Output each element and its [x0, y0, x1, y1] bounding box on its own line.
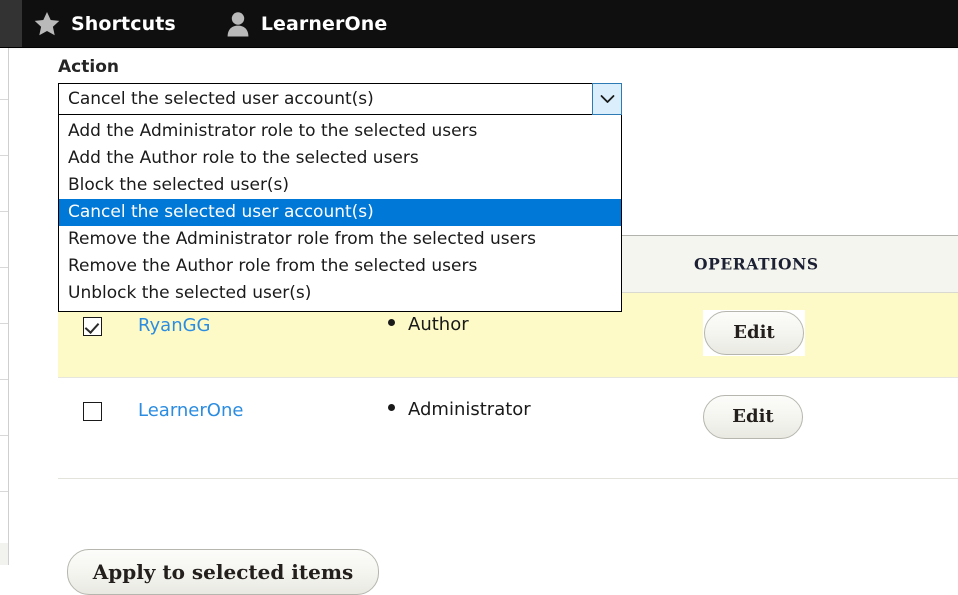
action-option-remove-administrator[interactable]: Remove the Administrator role from the s…	[59, 226, 621, 253]
edit-button[interactable]: Edit	[703, 395, 803, 439]
bullet-icon	[388, 404, 395, 411]
role-label: Author	[408, 314, 469, 335]
edit-button-focus-ring: Edit	[703, 310, 805, 356]
page-content: Action Cancel the selected user account(…	[9, 47, 958, 595]
action-select-options[interactable]: Add the Administrator role to the select…	[58, 115, 622, 312]
role-label: Administrator	[408, 399, 531, 420]
toolbar-item-shortcuts-label: Shortcuts	[71, 12, 176, 35]
table-row: LearnerOne Administrator Edit	[58, 378, 958, 463]
action-select[interactable]: Cancel the selected user account(s)	[58, 83, 601, 115]
user-roles-cell: Administrator	[388, 399, 531, 420]
action-option-remove-author[interactable]: Remove the Author role from the selected…	[59, 253, 621, 280]
row-select-cell	[83, 317, 102, 336]
background-page-footer-sliver	[0, 543, 8, 565]
row-operations-cell: Edit	[703, 395, 803, 439]
action-option-add-administrator[interactable]: Add the Administrator role to the select…	[59, 118, 621, 145]
background-page-sliver	[0, 47, 9, 565]
row-checkbox[interactable]	[83, 402, 102, 421]
toolbar-left-edge	[0, 0, 22, 47]
action-select-value: Cancel the selected user account(s)	[68, 89, 374, 109]
row-checkbox[interactable]	[83, 317, 102, 336]
chevron-down-icon[interactable]	[592, 83, 622, 115]
sliver-rule	[0, 155, 8, 156]
action-field-label: Action	[58, 57, 119, 77]
bullet-icon	[388, 319, 395, 326]
sliver-rule	[0, 323, 8, 324]
sliver-rule	[0, 211, 8, 212]
row-select-cell	[83, 402, 102, 421]
action-option-block[interactable]: Block the selected user(s)	[59, 172, 621, 199]
sliver-rule	[0, 99, 8, 100]
sliver-rule	[0, 491, 8, 492]
toolbar-item-shortcuts[interactable]: Shortcuts	[22, 0, 188, 47]
star-icon	[34, 11, 60, 36]
admin-toolbar: Shortcuts LearnerOne	[0, 0, 958, 47]
user-link[interactable]: RyanGG	[138, 315, 211, 336]
page-top-shadow	[9, 47, 958, 50]
sliver-rule	[0, 435, 8, 436]
sliver-rule	[0, 379, 8, 380]
row-operations-cell: Edit	[703, 310, 805, 356]
apply-to-selected-items-button[interactable]: Apply to selected items	[67, 549, 379, 595]
table-bottom-divider	[58, 478, 958, 479]
edit-button[interactable]: Edit	[704, 311, 804, 355]
action-option-unblock[interactable]: Unblock the selected user(s)	[59, 280, 621, 307]
action-option-add-author[interactable]: Add the Author role to the selected user…	[59, 145, 621, 172]
toolbar-item-account[interactable]: LearnerOne	[214, 0, 400, 47]
user-icon	[226, 11, 250, 37]
toolbar-item-account-label: LearnerOne	[260, 12, 388, 35]
column-header-operations: OPERATIONS	[694, 254, 819, 274]
action-option-cancel[interactable]: Cancel the selected user account(s)	[59, 199, 621, 226]
user-link[interactable]: LearnerOne	[138, 400, 243, 421]
user-roles-cell: Author	[388, 314, 469, 335]
sliver-rule	[0, 267, 8, 268]
